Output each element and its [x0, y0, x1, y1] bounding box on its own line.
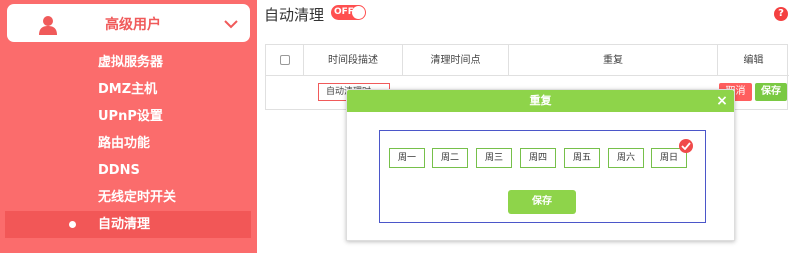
sidebar-item-virtual-server[interactable]: 虚拟服务器	[0, 49, 257, 76]
column-header-edit: 编辑	[743, 55, 764, 66]
sidebar-item-wireless-schedule[interactable]: 无线定时开关	[0, 184, 257, 211]
sidebar-item-dmz-host[interactable]: DMZ主机	[0, 76, 257, 103]
dialog-title: 重复	[529, 94, 552, 107]
sidebar-item-label: DDNS	[98, 163, 140, 178]
sidebar-item-label: 自动清理	[98, 217, 151, 232]
toggle-label: OFF	[334, 7, 354, 17]
chevron-down-icon[interactable]	[223, 18, 239, 30]
sidebar-section-header[interactable]: 高级用户	[7, 4, 250, 42]
sidebar-item-routing[interactable]: 路由功能	[0, 130, 257, 157]
sidebar-item-ddns[interactable]: DDNS	[0, 157, 257, 184]
day-button-sat[interactable]: 周六	[608, 148, 644, 168]
auto-cleanup-toggle[interactable]: OFF	[331, 5, 366, 20]
toggle-knob	[352, 6, 365, 19]
sidebar-item-label: 无线定时开关	[98, 190, 177, 205]
column-header-cleanup-time: 清理时间点	[403, 45, 509, 76]
sidebar-item-label: 虚拟服务器	[98, 55, 164, 70]
sidebar-item-label: 路由功能	[98, 136, 151, 151]
column-header-repeat: 重复	[509, 45, 718, 76]
repeat-dialog: 重复 × 周一 周二 周三 周四 周五 周六 周日 保存	[346, 89, 735, 241]
day-button-mon[interactable]: 周一	[389, 148, 425, 168]
selected-check-icon	[679, 139, 693, 153]
sidebar-item-label: UPnP设置	[98, 109, 163, 124]
user-icon	[39, 16, 57, 35]
day-button-tue[interactable]: 周二	[432, 148, 468, 168]
column-header-description: 时间段描述	[304, 45, 403, 76]
dialog-save-button[interactable]: 保存	[508, 190, 576, 214]
close-icon[interactable]: ×	[715, 94, 729, 108]
help-icon[interactable]: ?	[774, 7, 788, 21]
sidebar-item-upnp[interactable]: UPnP设置	[0, 103, 257, 130]
day-button-wed[interactable]: 周三	[476, 148, 512, 168]
table-header: 时间段描述 清理时间点 重复 编辑	[266, 45, 789, 76]
page-title: 自动清理	[264, 6, 325, 24]
sidebar-item-label: DMZ主机	[98, 82, 158, 97]
day-button-fri[interactable]: 周五	[564, 148, 600, 168]
active-dot-icon	[69, 221, 76, 228]
day-selector: 周一 周二 周三 周四 周五 周六 周日 保存	[379, 130, 706, 223]
select-all-checkbox[interactable]	[279, 55, 290, 65]
sidebar: 高级用户 虚拟服务器 DMZ主机 UPnP设置 路由功能 DDNS 无线定时开关…	[0, 0, 257, 253]
sidebar-item-auto-cleanup[interactable]: 自动清理	[5, 211, 251, 238]
day-button-thu[interactable]: 周四	[520, 148, 556, 168]
select-all-cell	[266, 45, 304, 76]
sidebar-section-title: 高级用户	[105, 17, 161, 33]
save-row-button[interactable]: 保存	[755, 83, 787, 101]
